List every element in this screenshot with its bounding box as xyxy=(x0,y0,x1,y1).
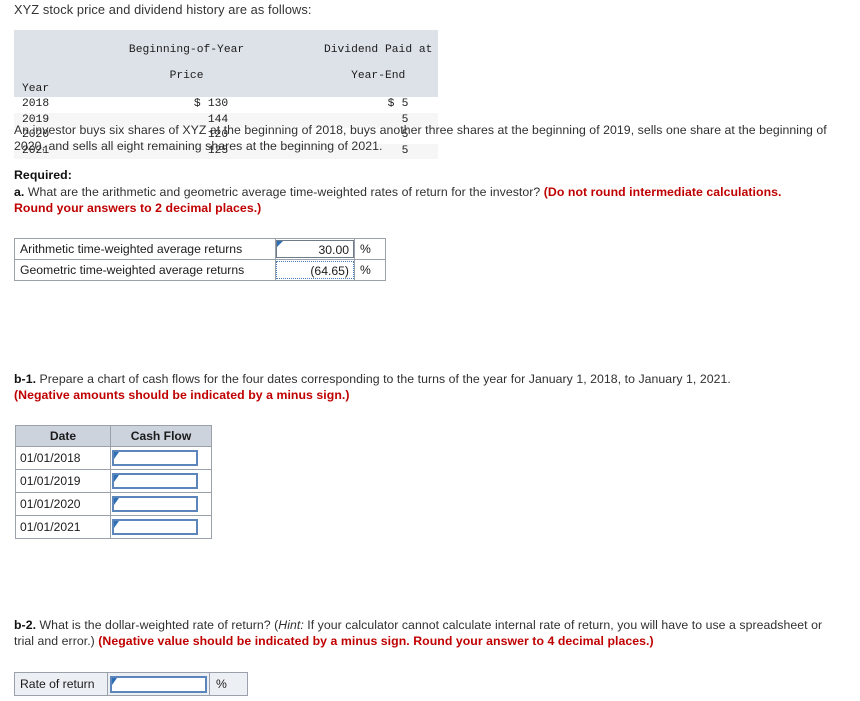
part-b2-hint-label: Hint: xyxy=(278,618,304,632)
cell-price: $130 xyxy=(55,97,250,113)
header-dividend-line1: Dividend Paid at xyxy=(323,44,433,56)
cash-flow-input-2018[interactable] xyxy=(112,450,198,466)
cell-flag-icon xyxy=(114,521,119,528)
cash-flow-date: 01/01/2021 xyxy=(15,515,111,539)
rate-of-return-label: Rate of return xyxy=(14,672,108,696)
cash-flow-date: 01/01/2020 xyxy=(15,492,111,516)
table-row: Arithmetic time-weighted average returns… xyxy=(14,238,386,260)
scenario-paragraph: An investor buys six shares of XYZ at th… xyxy=(14,123,827,153)
table-header-row: Date Cash Flow xyxy=(15,425,212,447)
cell-flag-icon xyxy=(114,498,119,505)
part-b1-text: Prepare a chart of cash flows for the fo… xyxy=(36,372,731,386)
header-dividend: Dividend Paid at Year-End xyxy=(250,30,439,97)
cash-flow-table: Date Cash Flow 01/01/2018 01/01/2019 01/… xyxy=(15,425,212,539)
rate-of-return-cell[interactable] xyxy=(107,672,210,696)
arithmetic-return-cell[interactable]: 30.00 xyxy=(275,238,355,260)
currency-symbol: $ xyxy=(387,98,395,110)
table-row: Geometric time-weighted average returns … xyxy=(14,259,386,281)
rate-of-return-input[interactable] xyxy=(110,675,207,693)
cash-flow-cell[interactable] xyxy=(110,492,212,516)
worksheet-page: XYZ stock price and dividend history are… xyxy=(0,0,860,701)
dividend-value: 5 xyxy=(401,98,409,110)
header-price-line1: Beginning-of-Year xyxy=(128,44,245,56)
intro-text: XYZ stock price and dividend history are… xyxy=(14,2,312,17)
cash-flow-cell[interactable] xyxy=(110,515,212,539)
table-row: 01/01/2021 xyxy=(15,515,212,539)
required-heading: Required: xyxy=(14,168,72,182)
cash-flow-input-2021[interactable] xyxy=(112,519,198,535)
geometric-percent-unit: % xyxy=(354,259,386,281)
cash-flow-cell[interactable] xyxy=(110,469,212,493)
cash-flow-date: 01/01/2018 xyxy=(15,446,111,470)
rate-of-return-unit: % xyxy=(209,672,248,696)
part-b1-instruction: (Negative amounts should be indicated by… xyxy=(14,387,350,402)
cell-flag-icon xyxy=(114,452,119,459)
table-row: 01/01/2020 xyxy=(15,492,212,516)
part-a-marker: a. xyxy=(14,185,25,199)
part-b1-marker: b-1. xyxy=(14,372,37,386)
part-b1-question: b-1. Prepare a chart of cash flows for t… xyxy=(14,372,834,403)
header-year: Year xyxy=(14,30,56,97)
geometric-return-cell[interactable]: (64.65) xyxy=(275,259,355,281)
geometric-return-input[interactable]: (64.65) xyxy=(276,261,354,279)
cell-flag-icon xyxy=(112,677,117,685)
currency-symbol: $ xyxy=(193,98,201,110)
part-b2-instruction: (Negative value should be indicated by a… xyxy=(98,633,654,648)
rate-of-return-table: Rate of return % xyxy=(14,672,248,696)
cell-year: 2018 xyxy=(22,98,50,110)
part-a-text: What are the arithmetic and geometric av… xyxy=(24,185,544,199)
table-row: 01/01/2018 xyxy=(15,446,212,470)
cash-flow-cell[interactable] xyxy=(110,446,212,470)
table-row: 2018 $130 $5 xyxy=(14,97,438,113)
header-price-line2: Price xyxy=(169,70,204,82)
cell-dividend: $5 xyxy=(250,97,438,113)
arithmetic-return-label: Arithmetic time-weighted average returns xyxy=(14,238,276,260)
table-row: Rate of return % xyxy=(14,672,248,696)
cash-flow-date: 01/01/2019 xyxy=(15,469,111,493)
cash-flow-input-2020[interactable] xyxy=(112,496,198,512)
arithmetic-percent-unit: % xyxy=(354,238,386,260)
cell-flag-icon xyxy=(114,475,119,482)
cell-flag-icon xyxy=(277,241,283,247)
price-value: 130 xyxy=(207,98,229,110)
geometric-return-label: Geometric time-weighted average returns xyxy=(14,259,276,281)
part-b2-marker: b-2. xyxy=(14,618,37,632)
header-cash-flow: Cash Flow xyxy=(110,425,212,447)
table-row: 01/01/2019 xyxy=(15,469,212,493)
part-a-answer-table: Arithmetic time-weighted average returns… xyxy=(14,238,386,281)
part-b2-text-1: What is the dollar-weighted rate of retu… xyxy=(36,618,279,632)
part-b2-question: b-2. What is the dollar-weighted rate of… xyxy=(14,618,842,649)
cash-flow-input-2019[interactable] xyxy=(112,473,198,489)
arithmetic-return-input[interactable]: 30.00 xyxy=(276,240,354,258)
part-a-question: a. What are the arithmetic and geometric… xyxy=(14,185,814,216)
header-date: Date xyxy=(15,425,111,447)
table-header-row: Year Beginning-of-Year Price Dividend Pa… xyxy=(14,30,439,97)
geometric-return-value: (64.65) xyxy=(310,264,349,278)
header-dividend-line2: Year-End xyxy=(351,70,406,82)
header-beginning-price: Beginning-of-Year Price xyxy=(55,30,251,97)
arithmetic-return-value: 30.00 xyxy=(318,243,350,257)
